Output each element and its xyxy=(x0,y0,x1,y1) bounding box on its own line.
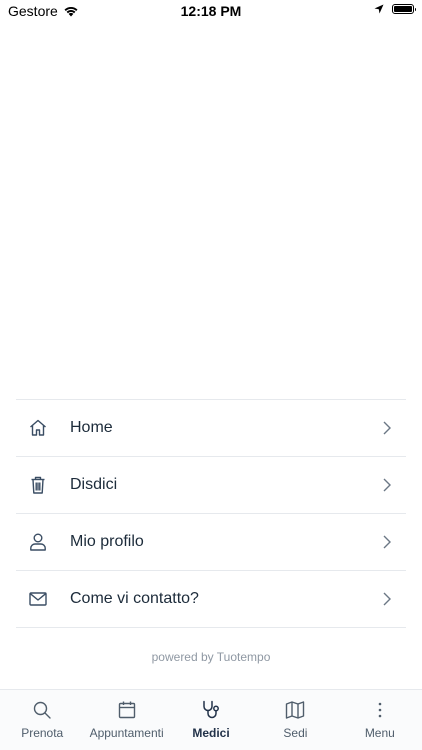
menu-item-home[interactable]: Home xyxy=(16,400,406,457)
chevron-right-icon xyxy=(383,592,391,606)
menu-list: Home Disdici Mio profilo Come vi contatt… xyxy=(16,399,406,628)
menu-item-label: Come vi contatto? xyxy=(70,590,199,607)
tab-medici[interactable]: Medici xyxy=(169,690,253,750)
search-icon xyxy=(34,701,51,719)
stethoscope-icon xyxy=(203,700,219,719)
trash-icon xyxy=(31,476,45,494)
tab-label: Medici xyxy=(192,726,230,740)
tab-prenota[interactable]: Prenota xyxy=(0,690,84,750)
calendar-icon xyxy=(118,701,135,719)
tab-label: Prenota xyxy=(21,726,64,740)
tab-sedi[interactable]: Sedi xyxy=(253,690,337,750)
map-icon xyxy=(286,701,305,719)
menu-item-mio-profilo[interactable]: Mio profilo xyxy=(16,514,406,571)
menu-item-disdici[interactable]: Disdici xyxy=(16,457,406,514)
chevron-right-icon xyxy=(383,421,391,435)
home-icon xyxy=(30,419,46,436)
user-icon xyxy=(30,533,46,551)
tab-menu[interactable]: Menu xyxy=(338,690,422,750)
chevron-right-icon xyxy=(383,535,391,549)
menu-item-contatto[interactable]: Come vi contatto? xyxy=(16,571,406,628)
menu-item-label: Mio profilo xyxy=(70,533,144,550)
tab-bar: Prenota Appuntamenti Medici Sedi Menu xyxy=(0,689,422,750)
tab-label: Sedi xyxy=(283,726,308,740)
menu-item-label: Home xyxy=(70,419,113,436)
status-time: 12:18 PM xyxy=(180,3,242,19)
mail-icon xyxy=(29,592,47,606)
powered-by-text: powered by Tuotempo xyxy=(151,650,271,664)
location-arrow-icon xyxy=(374,4,384,14)
tab-label: Appuntamenti xyxy=(89,726,164,740)
battery-icon xyxy=(392,4,416,14)
menu-item-label: Disdici xyxy=(70,476,118,493)
more-vertical-icon xyxy=(378,702,382,718)
tab-label: Menu xyxy=(364,726,395,740)
tab-appuntamenti[interactable]: Appuntamenti xyxy=(84,690,168,750)
screen: Gestore 12:18 PM Home Disdici Mio profil… xyxy=(0,0,422,750)
chevron-right-icon xyxy=(383,478,391,492)
status-bar: Gestore 12:18 PM xyxy=(0,0,422,22)
status-right xyxy=(374,4,416,14)
